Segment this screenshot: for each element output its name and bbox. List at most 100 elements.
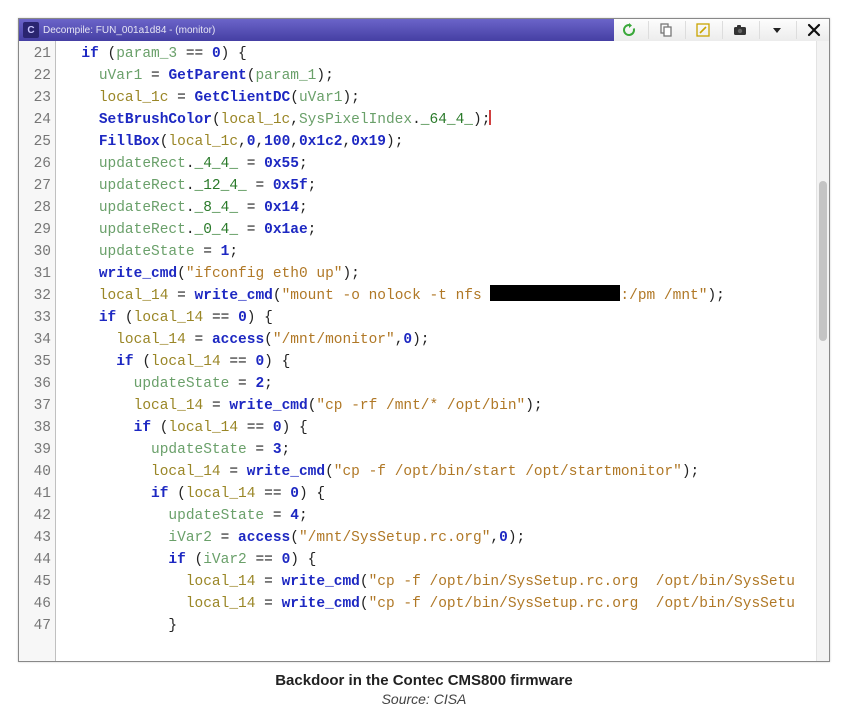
line-number: 39 [19,439,51,461]
line-number: 30 [19,241,51,263]
code-line[interactable]: updateState = 4; [64,505,812,527]
code-line[interactable]: if (local_14 == 0) { [64,351,812,373]
code-token: 0 [290,486,299,502]
code-token: = [195,244,221,260]
code-line[interactable]: updateRect._8_4_ = 0x14; [64,197,812,219]
code-token: ( [168,486,185,502]
line-number-gutter: 2122232425262728293031323334353637383940… [19,41,56,661]
code-token: = [238,222,264,238]
code-token: 0 [273,420,282,436]
scrollbar-thumb[interactable] [819,181,827,341]
code-line[interactable]: if (param_3 == 0) { [64,43,812,65]
code-token: 0x1c2 [299,134,343,150]
title-bar[interactable]: C Decompile: FUN_001a1d84 - (monitor) [19,19,614,41]
code-token: } [168,618,177,634]
code-line[interactable]: iVar2 = access("/mnt/SysSetup.rc.org",0)… [64,527,812,549]
code-token: local_14 [151,464,221,480]
code-token: :/pm /mnt" [620,288,707,304]
code-line[interactable]: updateRect._12_4_ = 0x5f; [64,175,812,197]
code-token: local_14 [186,596,256,612]
code-body[interactable]: if (param_3 == 0) { uVar1 = GetParent(pa… [56,41,816,661]
code-line[interactable]: SetBrushColor(local_1c,SysPixelIndex._64… [64,109,812,131]
line-number: 41 [19,483,51,505]
code-line[interactable]: local_14 = write_cmd("cp -f /opt/bin/Sys… [64,571,812,593]
code-token: updateRect [99,200,186,216]
code-token: GetParent [168,68,246,84]
code-token: = [255,596,281,612]
code-token: == [238,420,273,436]
code-line[interactable]: local_1c = GetClientDC(uVar1); [64,87,812,109]
code-token: . [186,222,195,238]
code-token: == [203,310,238,326]
code-token: local_14 [99,288,169,304]
code-token: iVar2 [168,530,212,546]
code-token: local_14 [134,398,204,414]
code-line[interactable]: if (local_14 == 0) { [64,307,812,329]
code-token: , [490,530,499,546]
code-token: = [203,398,229,414]
redacted-icon [490,285,620,301]
line-number: 37 [19,395,51,417]
code-token: updateState [99,244,195,260]
code-token: local_14 [116,332,186,348]
code-line[interactable]: updateRect._4_4_ = 0x55; [64,153,812,175]
code-line[interactable]: if (iVar2 == 0) { [64,549,812,571]
code-line[interactable]: local_14 = write_cmd("cp -f /opt/bin/Sys… [64,593,812,615]
code-token: 0x55 [264,156,299,172]
code-token: iVar2 [203,552,247,568]
code-token: 0x19 [351,134,386,150]
line-number: 26 [19,153,51,175]
code-token: 0 [499,530,508,546]
code-line[interactable]: updateState = 1; [64,241,812,263]
code-token: "cp -f /opt/bin/SysSetup.rc.org /opt/bin… [369,574,795,590]
copy-icon[interactable] [648,21,677,39]
close-icon[interactable] [796,21,825,39]
code-token: = [212,530,238,546]
code-line[interactable]: local_14 = write_cmd("mount -o nolock -t… [64,285,812,307]
code-line[interactable]: if (local_14 == 0) { [64,483,812,505]
code-token: ); [342,90,359,106]
code-line[interactable]: FillBox(local_1c,0,100,0x1c2,0x19); [64,131,812,153]
code-line[interactable]: local_14 = access("/mnt/monitor",0); [64,329,812,351]
code-line[interactable]: updateRect._0_4_ = 0x1ae; [64,219,812,241]
code-token: ( [134,354,151,370]
code-line[interactable]: } [64,615,812,637]
code-token: _64_4_ [421,112,473,128]
code-line[interactable]: updateState = 2; [64,373,812,395]
code-line[interactable]: write_cmd("ifconfig eth0 up"); [64,263,812,285]
refresh-icon[interactable] [618,21,640,39]
code-token: SysPixelIndex [299,112,412,128]
code-token: write_cmd [247,464,325,480]
code-token: , [343,134,352,150]
code-token: ; [264,376,273,392]
dropdown-icon[interactable] [759,21,788,39]
vertical-scrollbar[interactable] [816,41,829,661]
line-number: 34 [19,329,51,351]
code-token: = [221,464,247,480]
line-number: 29 [19,219,51,241]
code-token: = [142,68,168,84]
code-token: ) { [299,486,325,502]
code-token: ; [308,178,317,194]
code-token: if [134,420,151,436]
code-line[interactable]: uVar1 = GetParent(param_1); [64,65,812,87]
code-token: updateState [151,442,247,458]
line-number: 36 [19,373,51,395]
code-token: if [151,486,168,502]
text-cursor-icon [489,110,491,125]
code-line[interactable]: local_14 = write_cmd("cp -f /opt/bin/sta… [64,461,812,483]
line-number: 35 [19,351,51,373]
camera-icon[interactable] [722,21,751,39]
tab-title: Decompile: FUN_001a1d84 - (monitor) [43,25,215,36]
code-token: local_14 [134,310,204,326]
code-token: 2 [255,376,264,392]
title-toolbar [614,19,829,41]
line-number: 38 [19,417,51,439]
code-token: "/mnt/monitor" [273,332,395,348]
edit-icon[interactable] [685,21,714,39]
code-line[interactable]: local_14 = write_cmd("cp -rf /mnt/* /opt… [64,395,812,417]
code-token: local_14 [151,354,221,370]
code-line[interactable]: updateState = 3; [64,439,812,461]
code-line[interactable]: if (local_14 == 0) { [64,417,812,439]
code-token: _4_4_ [195,156,239,172]
